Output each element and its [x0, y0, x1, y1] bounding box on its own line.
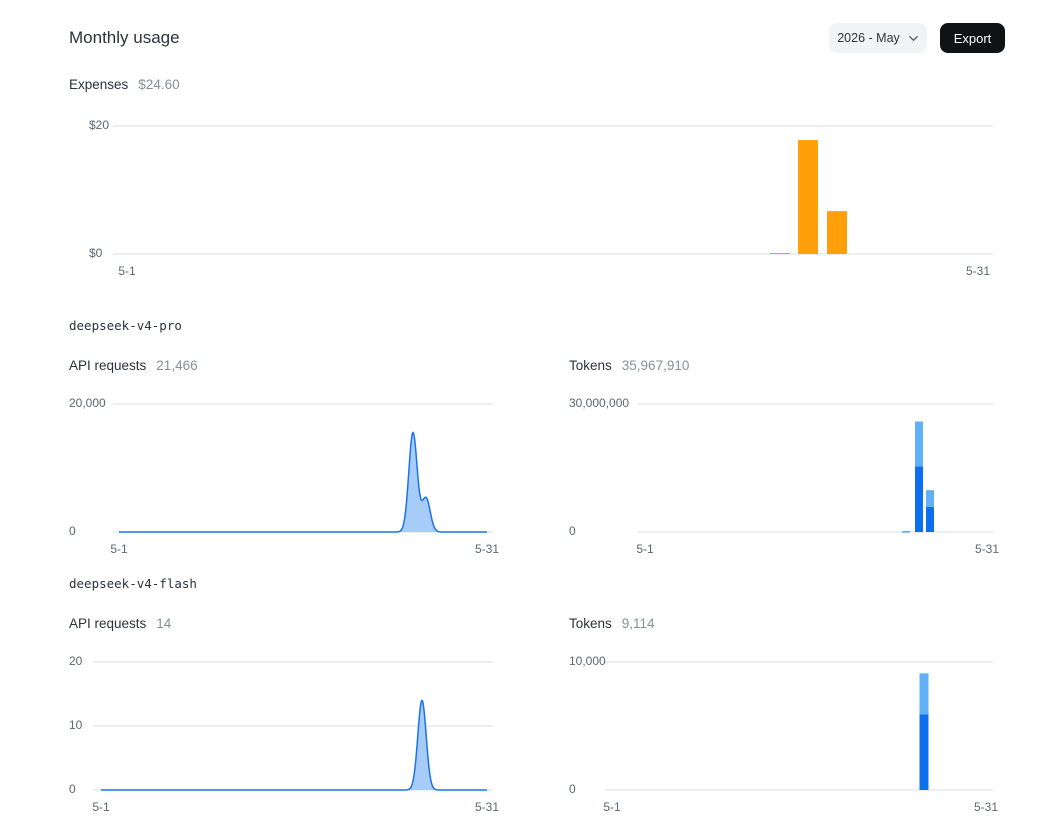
pro-tokens-bar-segment	[926, 506, 934, 532]
expenses-bar	[827, 211, 847, 254]
pro-tokens-bar-segment	[926, 490, 934, 507]
expenses-xtick-start: 5-1	[118, 264, 136, 278]
pro-tokens-ytick-label: 30,000,000	[569, 396, 629, 410]
usage-charts: $0 $20 5-1 5-31 0 20,000 5-1 5-31 0 30,000,000 5-1…	[69, 118, 999, 814]
pro-requests-ytick-label: 20,000	[69, 396, 106, 410]
pro-tokens-ytick-label: 0	[569, 524, 576, 538]
pro-requests-line	[119, 431, 487, 533]
pro-requests-xtick-end: 5-31	[475, 542, 499, 556]
flash-requests-ytick-label: 20	[69, 654, 83, 668]
flash-tokens-bar-segment	[919, 673, 929, 715]
pro-tokens-bar-segment	[915, 421, 923, 467]
pro-tokens-bar-segment	[902, 530, 910, 532]
flash-tokens-bar-segment	[919, 714, 929, 790]
flash-requests-xtick-start: 5-1	[92, 800, 110, 814]
pro-tokens-bar-segment	[915, 466, 923, 532]
expenses-ytick-label: $20	[89, 118, 109, 132]
pro-tokens-xtick-start: 5-1	[636, 542, 654, 556]
expenses-ytick-label: $0	[89, 246, 103, 260]
expenses-bar	[798, 140, 818, 254]
flash-tokens-xtick-start: 5-1	[603, 800, 621, 814]
flash-requests-area	[101, 700, 487, 790]
flash-requests-ytick-label: 0	[69, 782, 76, 796]
flash-tokens-xtick-end: 5-31	[974, 800, 998, 814]
flash-requests-xtick-end: 5-31	[475, 800, 499, 814]
pro-requests-xtick-start: 5-1	[110, 542, 128, 556]
expenses-bar	[770, 253, 790, 254]
flash-tokens-ytick-label: 10,000	[569, 654, 606, 668]
flash-requests-ytick-label: 10	[69, 718, 83, 732]
expenses-xtick-end: 5-31	[966, 264, 990, 278]
pro-tokens-xtick-end: 5-31	[975, 542, 999, 556]
flash-tokens-ytick-label: 0	[569, 782, 576, 796]
pro-requests-ytick-label: 0	[69, 524, 76, 538]
